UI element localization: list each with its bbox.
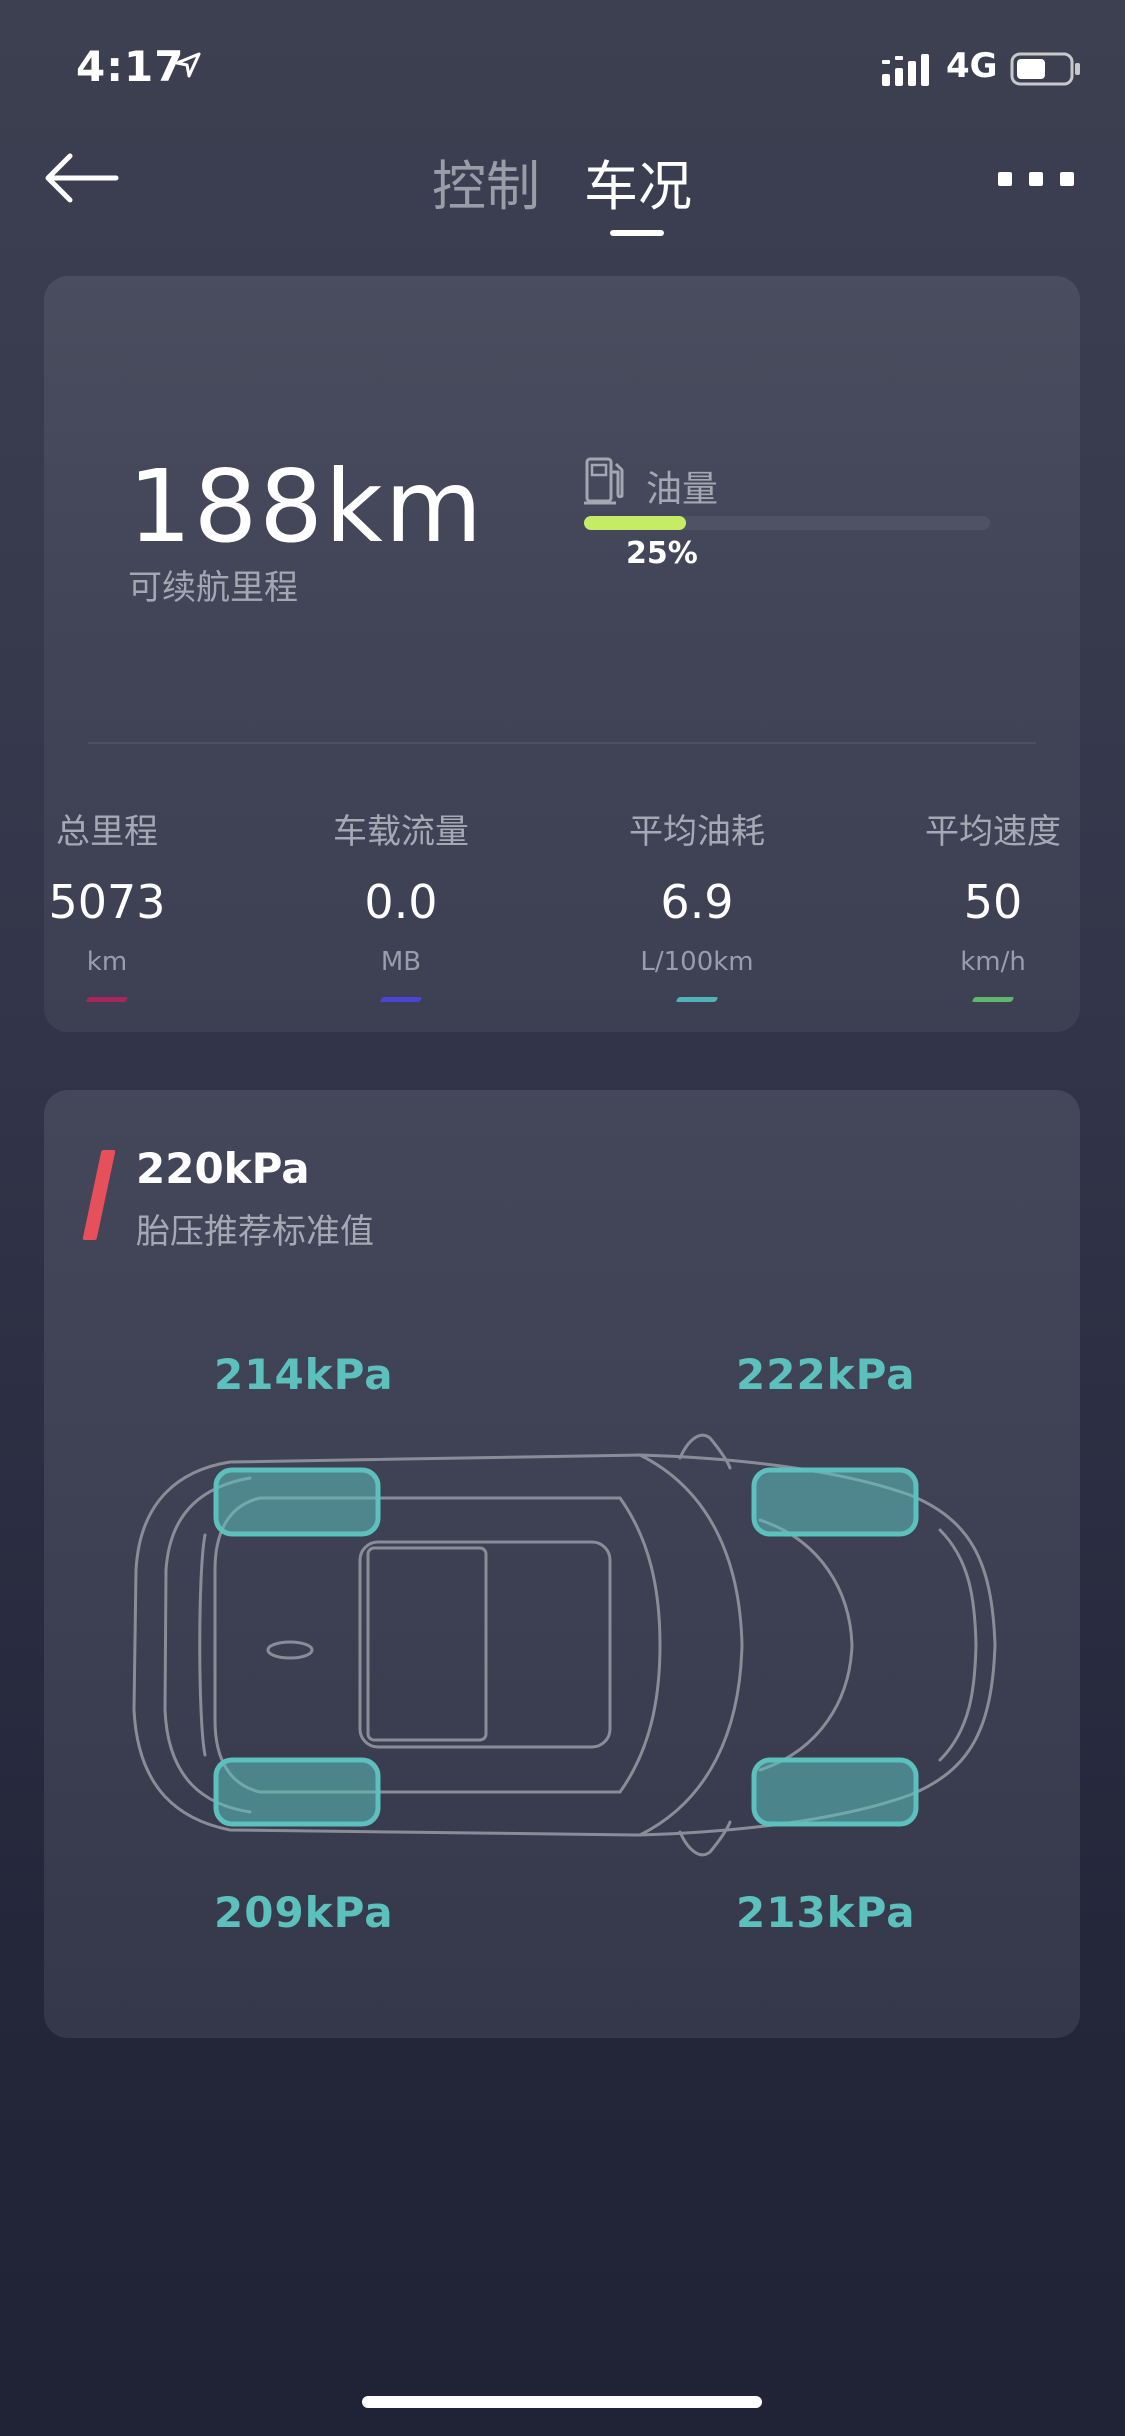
- fuel-label: 油量: [646, 469, 719, 510]
- stat-label: 车载流量: [333, 812, 469, 852]
- tire-front-right-pressure: 222kPa: [736, 1350, 916, 1399]
- tab-control[interactable]: 控制: [432, 142, 540, 221]
- stat-label: 总里程: [56, 812, 158, 852]
- stat-total-mileage: 总里程 5073 km: [2, 804, 212, 1002]
- status-time: 4:17: [76, 42, 185, 91]
- more-dot-icon: [998, 172, 1012, 186]
- active-tab-indicator: [610, 230, 664, 236]
- stat-value: 50: [963, 875, 1023, 929]
- stat-data-usage: 车载流量 0.0 MB: [296, 804, 506, 1002]
- card-divider: [88, 742, 1036, 744]
- tire-front-left-icon: [213, 1467, 381, 1537]
- battery-icon: [1010, 52, 1080, 86]
- stat-color-bar: [85, 997, 129, 1002]
- recommended-pressure-label: 胎压推荐标准值: [136, 1212, 374, 1252]
- stat-avg-speed: 平均速度 50 km/h: [888, 804, 1098, 1002]
- fuel-level-bar: [584, 516, 990, 530]
- range-value: 188km: [128, 448, 485, 565]
- tab-condition[interactable]: 车况: [584, 142, 692, 221]
- stat-unit: km: [86, 947, 128, 977]
- network-type: 4G: [946, 46, 998, 86]
- location-arrow-icon: [175, 52, 201, 78]
- stat-unit: L/100km: [640, 947, 754, 977]
- tire-rear-right-pressure: 213kPa: [736, 1888, 916, 1937]
- stat-unit: km/h: [960, 947, 1026, 977]
- stat-label: 平均速度: [925, 812, 1061, 852]
- stat-color-bar: [971, 997, 1015, 1002]
- stat-color-bar: [675, 997, 719, 1002]
- fuel-pump-icon: [584, 457, 624, 505]
- fuel-percent: 25%: [626, 536, 698, 571]
- tire-front-right-icon: [751, 1467, 919, 1537]
- stat-avg-fuel: 平均油耗 6.9 L/100km: [592, 804, 802, 1002]
- stat-color-bar: [379, 997, 423, 1002]
- range-label: 可续航里程: [128, 568, 298, 608]
- stat-unit: MB: [380, 947, 422, 977]
- stat-label: 平均油耗: [629, 812, 765, 852]
- stat-value: 6.9: [660, 875, 734, 929]
- more-dot-icon: [1029, 172, 1043, 186]
- recommended-pressure-value: 220kPa: [136, 1144, 310, 1193]
- more-menu-button[interactable]: [998, 172, 1074, 188]
- fuel-level-fill: [584, 516, 686, 530]
- stat-value: 0.0: [364, 875, 438, 929]
- home-indicator[interactable]: [362, 2396, 762, 2408]
- tire-rear-right-icon: [751, 1757, 919, 1827]
- signal-icon: [882, 54, 929, 86]
- stat-value: 5073: [48, 875, 166, 929]
- car-top-view-illustration: [132, 1433, 997, 1857]
- back-arrow-icon[interactable]: [42, 152, 120, 204]
- tire-rear-left-pressure: 209kPa: [214, 1888, 394, 1937]
- tire-rear-left-icon: [213, 1757, 381, 1827]
- tire-front-left-pressure: 214kPa: [214, 1350, 394, 1399]
- more-dot-icon: [1060, 172, 1074, 186]
